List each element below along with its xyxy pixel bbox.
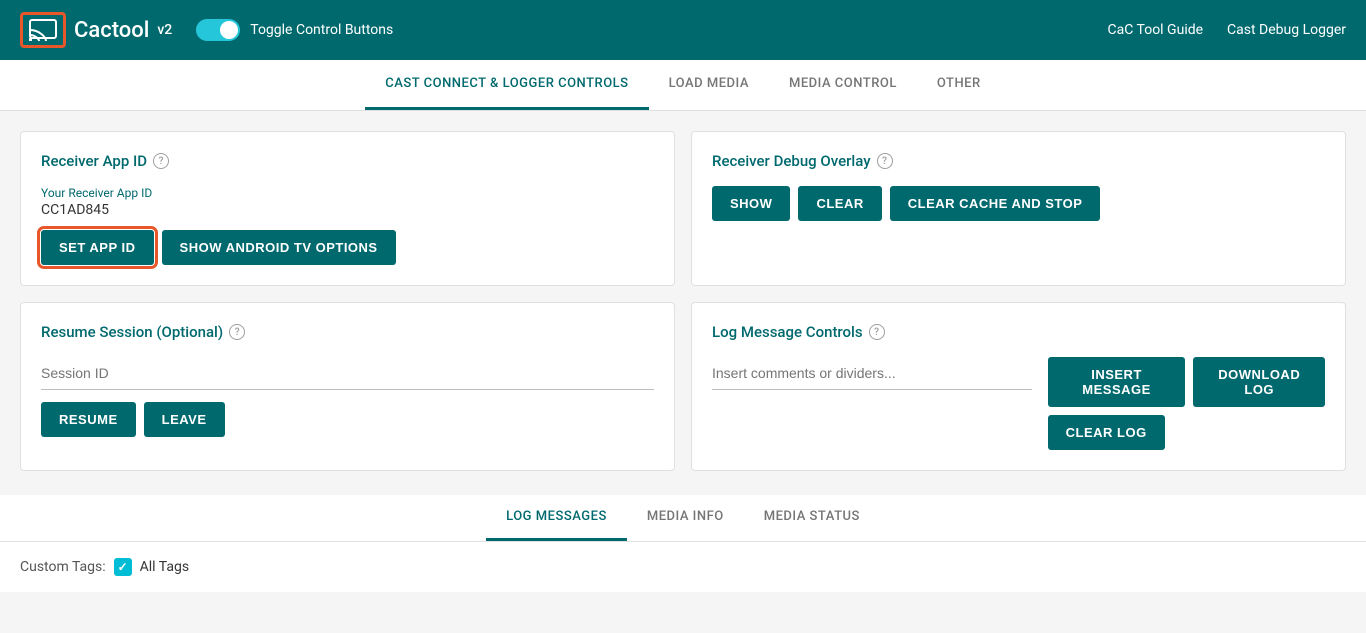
nav-link-cac-tool-guide[interactable]: CaC Tool Guide xyxy=(1108,22,1204,38)
receiver-app-id-card: Receiver App ID ? Your Receiver App ID C… xyxy=(20,131,675,286)
tab-media-info[interactable]: MEDIA INFO xyxy=(627,495,744,541)
resume-button[interactable]: RESUME xyxy=(41,402,136,437)
receiver-app-id-title: Receiver App ID ? xyxy=(41,152,654,170)
logo-text: Cactool xyxy=(74,18,149,43)
session-id-input[interactable] xyxy=(41,357,654,390)
custom-tags-area: Custom Tags: All Tags xyxy=(0,542,1366,592)
logo: Cactool v2 xyxy=(20,12,172,48)
toggle-label: Toggle Control Buttons xyxy=(250,22,393,38)
debug-overlay-buttons: SHOW CLEAR CLEAR CACHE AND STOP xyxy=(712,186,1325,221)
receiver-debug-overlay-card: Receiver Debug Overlay ? SHOW CLEAR CLEA… xyxy=(691,131,1346,286)
app-id-value: CC1AD845 xyxy=(41,202,654,218)
nav-link-cast-debug-logger[interactable]: Cast Debug Logger xyxy=(1227,22,1346,38)
resume-session-title: Resume Session (Optional) ? xyxy=(41,323,654,341)
clear-cache-stop-button[interactable]: CLEAR CACHE AND STOP xyxy=(890,186,1101,221)
resume-buttons: RESUME LEAVE xyxy=(41,402,654,437)
bottom-tabs: LOG MESSAGES MEDIA INFO MEDIA STATUS xyxy=(0,495,1366,542)
tab-media-status[interactable]: MEDIA STATUS xyxy=(744,495,880,541)
custom-tags-label: Custom Tags: xyxy=(20,559,106,575)
logo-v2: v2 xyxy=(157,22,172,38)
bottom-cards-row: Resume Session (Optional) ? RESUME LEAVE… xyxy=(20,302,1346,471)
tab-log-messages[interactable]: LOG MESSAGES xyxy=(486,495,627,541)
receiver-app-id-help-icon[interactable]: ? xyxy=(153,153,169,169)
receiver-debug-title: Receiver Debug Overlay ? xyxy=(712,152,1325,170)
download-log-button[interactable]: DOWNLOAD LOG xyxy=(1193,357,1325,407)
log-controls-row: INSERT MESSAGE DOWNLOAD LOG CLEAR LOG xyxy=(712,357,1325,450)
clear-debug-button[interactable]: CLEAR xyxy=(798,186,881,221)
insert-message-button[interactable]: INSERT MESSAGE xyxy=(1048,357,1186,407)
log-message-controls-card: Log Message Controls ? INSERT MESSAGE DO… xyxy=(691,302,1346,471)
log-message-title: Log Message Controls ? xyxy=(712,323,1325,341)
cast-icon-box[interactable] xyxy=(20,12,66,48)
toggle-area: Toggle Control Buttons xyxy=(196,19,393,41)
content: Receiver App ID ? Your Receiver App ID C… xyxy=(0,111,1366,491)
show-android-tv-button[interactable]: SHOW ANDROID TV OPTIONS xyxy=(162,230,396,265)
receiver-debug-help-icon[interactable]: ? xyxy=(877,153,893,169)
log-buttons-col: INSERT MESSAGE DOWNLOAD LOG CLEAR LOG xyxy=(1048,357,1325,450)
cast-icon xyxy=(29,19,57,41)
tab-media-control[interactable]: MEDIA CONTROL xyxy=(769,60,917,110)
header: Cactool v2 Toggle Control Buttons CaC Too… xyxy=(0,0,1366,60)
log-message-help-icon[interactable]: ? xyxy=(869,324,885,340)
tab-other[interactable]: OTHER xyxy=(917,60,1001,110)
tab-load-media[interactable]: LOAD MEDIA xyxy=(649,60,769,110)
resume-session-card: Resume Session (Optional) ? RESUME LEAVE xyxy=(20,302,675,471)
resume-session-help-icon[interactable]: ? xyxy=(229,324,245,340)
header-nav-links: CaC Tool Guide Cast Debug Logger xyxy=(1108,22,1347,38)
toggle-control-buttons[interactable] xyxy=(196,19,240,41)
tab-cast-connect-logger[interactable]: CAST CONNECT & LOGGER CONTROLS xyxy=(365,60,648,110)
all-tags-label: All Tags xyxy=(140,559,189,575)
show-debug-button[interactable]: SHOW xyxy=(712,186,790,221)
log-comment-input[interactable] xyxy=(712,357,1032,390)
app-id-input-label: Your Receiver App ID xyxy=(41,186,654,200)
log-top-buttons: INSERT MESSAGE DOWNLOAD LOG xyxy=(1048,357,1325,407)
main-tabs: CAST CONNECT & LOGGER CONTROLS LOAD MEDI… xyxy=(0,60,1366,111)
receiver-app-id-buttons: SET APP ID SHOW ANDROID TV OPTIONS xyxy=(41,230,654,265)
all-tags-checkbox[interactable] xyxy=(114,558,132,576)
top-cards-row: Receiver App ID ? Your Receiver App ID C… xyxy=(20,131,1346,286)
set-app-id-button[interactable]: SET APP ID xyxy=(41,230,154,265)
clear-log-button[interactable]: CLEAR LOG xyxy=(1048,415,1165,450)
leave-button[interactable]: LEAVE xyxy=(144,402,225,437)
